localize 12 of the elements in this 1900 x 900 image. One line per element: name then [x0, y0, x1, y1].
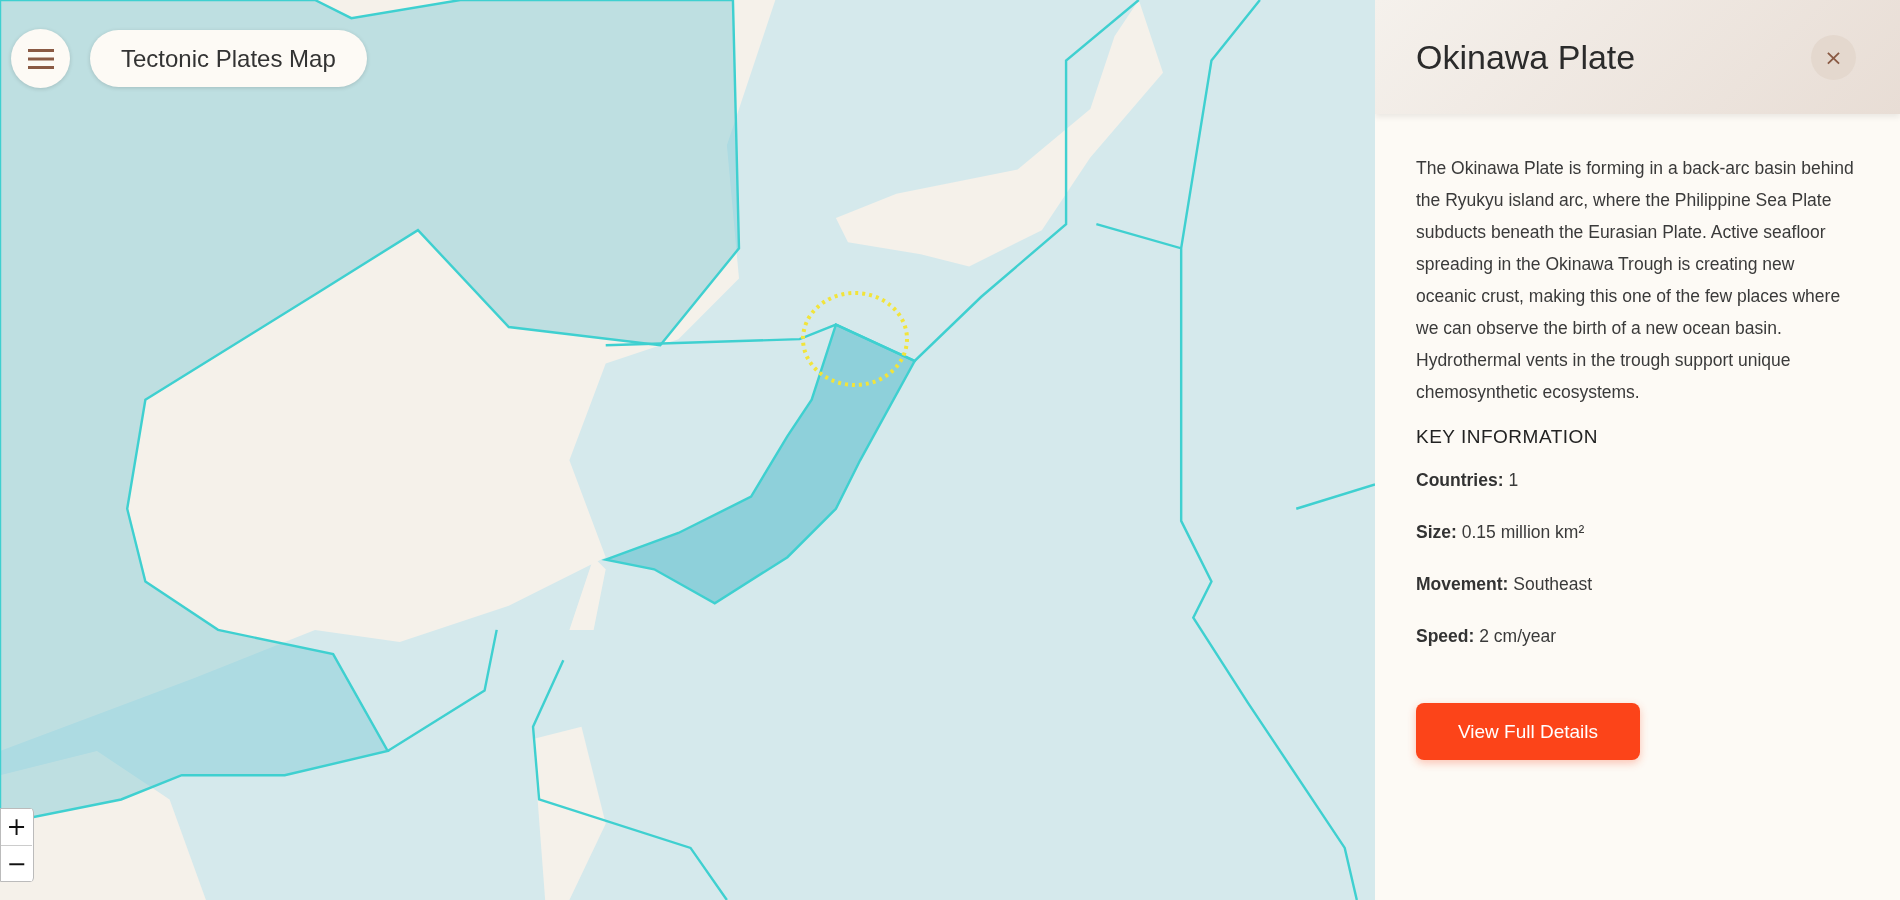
section-heading: KEY INFORMATION [1416, 426, 1600, 448]
panel-title: Okinawa Plate [1416, 37, 1636, 77]
info-row-text: Speed: 2 cm/year [1416, 626, 1558, 647]
close-button[interactable]: × [1811, 34, 1856, 80]
info-row-text: Movement: Southeast [1416, 574, 1594, 595]
info-row-text: Size: 0.15 million km² [1416, 522, 1586, 543]
view-details-button[interactable]: View Full Details [1416, 703, 1640, 760]
app-title: Tectonic Plates Map [90, 30, 367, 87]
plate-description: The Okinawa Plate is forming in a back-arc basin behind the Ryukyu island arc, where the Philippine Sea Plate subducts beneath the Eurasian Plate. Active seafloor spreading in the Okinawa Trough is creating new oceanic crust, making this one of the few places where we can observe the birth of a new ocean basin. Hydrothermal vents in the trough support unique chemosynthetic ecosystems. [1416, 157, 1855, 404]
menu-icon [27, 48, 54, 69]
info-row-text: Countries: 1 [1416, 470, 1520, 491]
zoom-out-button[interactable]: − [1, 845, 32, 881]
